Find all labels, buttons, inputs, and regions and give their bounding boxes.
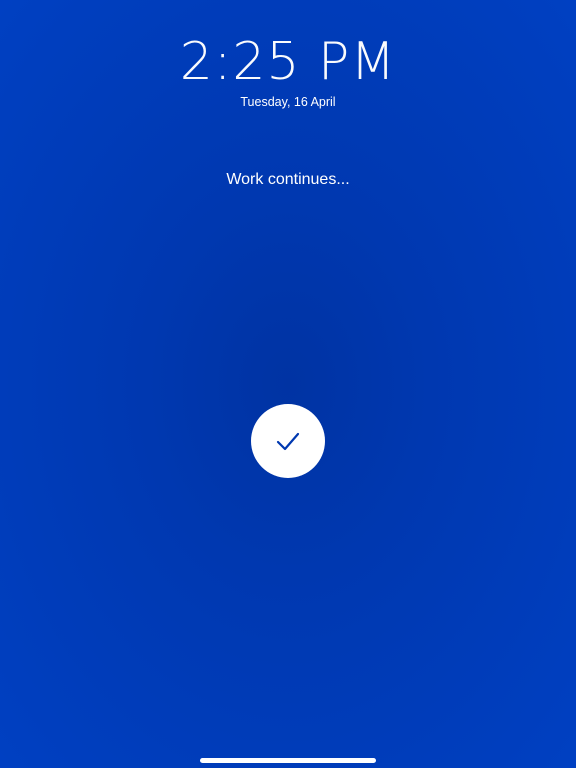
lock-screen-time: 2:25 PM bbox=[179, 32, 397, 92]
checkmark-icon bbox=[276, 432, 300, 451]
status-message: Work continues... bbox=[226, 171, 350, 188]
lock-screen-date: Tuesday, 16 April bbox=[240, 95, 336, 109]
confirm-check-button[interactable] bbox=[251, 404, 325, 478]
home-indicator[interactable] bbox=[200, 758, 376, 763]
lock-screen: { "lock_screen": { "time": "2:25 PM", "d… bbox=[0, 0, 576, 768]
